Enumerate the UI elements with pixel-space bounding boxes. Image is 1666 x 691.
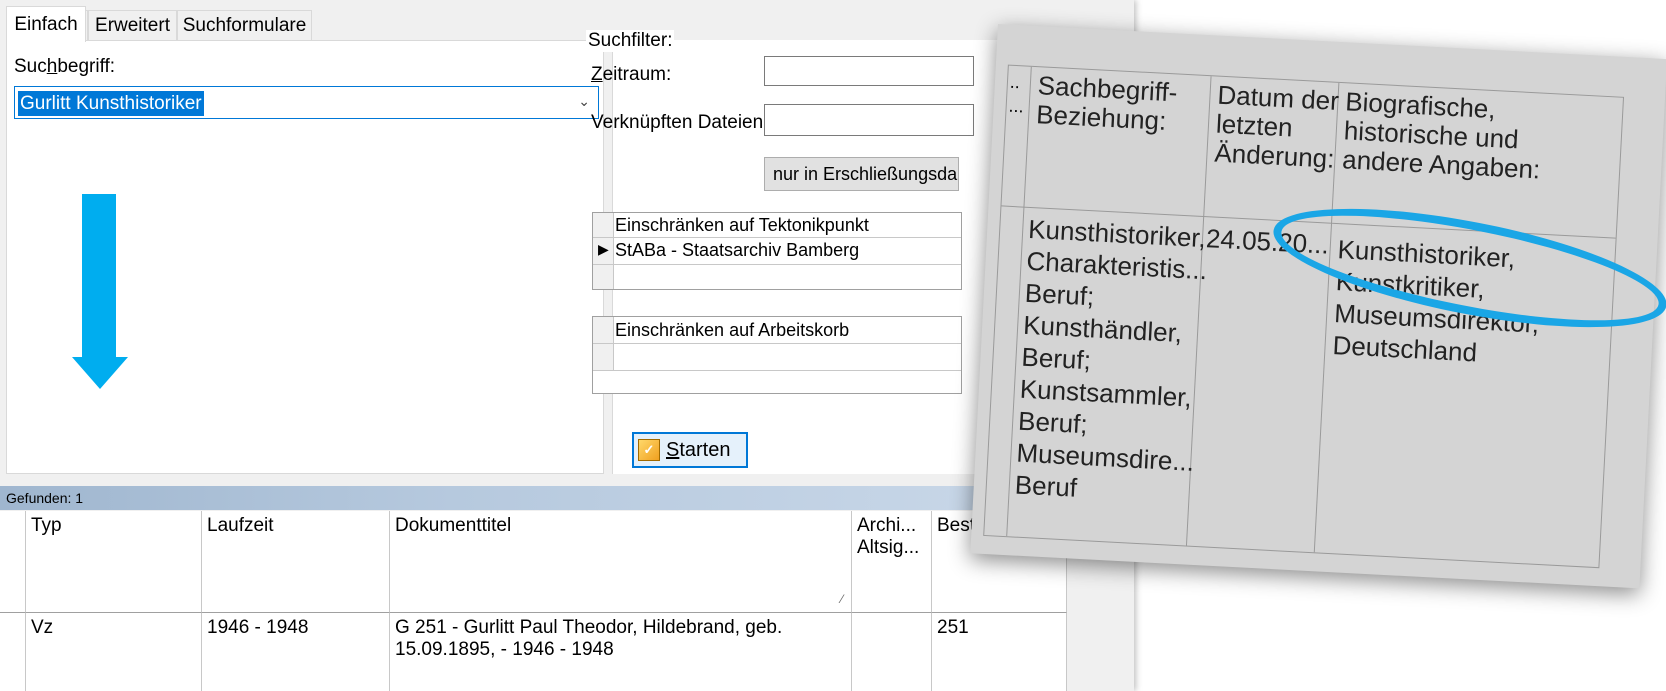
tektonik-header: Einschränken auf Tektonikpunkt xyxy=(615,215,869,235)
zoom-header-sachbegriff: Sachbegriff- Beziehung: xyxy=(1035,70,1179,136)
zeitraum-label: Zeitraum: xyxy=(591,64,672,85)
column-header-archiv[interactable]: Archi... Altsig... xyxy=(852,511,932,613)
tektonik-grid[interactable]: Einschränken auf Tektonikpunkt ▶ StABa -… xyxy=(592,212,962,290)
row-indicator xyxy=(593,344,614,370)
tektonik-value: StABa - Staatsarchiv Bamberg xyxy=(615,240,860,260)
tab-suchformulare[interactable]: Suchformulare xyxy=(177,10,312,40)
grid-header-row: Einschränken auf Tektonikpunkt xyxy=(593,213,961,238)
search-term-value: Gurlitt Kunsthistoriker xyxy=(18,91,204,116)
linked-files-input[interactable] xyxy=(764,104,974,136)
zoom-cell-sachbegriff: Kunsthistoriker, Charakteristis... Beruf… xyxy=(1014,213,1208,503)
column-header-dokumenttitel[interactable]: Dokumenttitel ⁄ xyxy=(390,511,852,613)
main-window: Einfach Einfach Erweitert Suchformulare … xyxy=(0,0,1134,691)
down-arrow-icon xyxy=(82,194,116,362)
filter-group-title: Suchfilter: xyxy=(586,30,675,52)
current-row-icon: ▶ xyxy=(598,241,609,257)
results-count-bar: Gefunden: 1 xyxy=(0,486,1134,510)
zoom-header-bio: Biografische, historische und andere Ang… xyxy=(1341,86,1541,185)
tab-erweitert[interactable]: Erweitert xyxy=(88,10,177,40)
tab-einfach-active[interactable]: Einfach xyxy=(6,6,86,42)
row-indicator xyxy=(593,317,614,343)
row-indicator xyxy=(593,265,614,289)
cell-bestellnr[interactable]: 251 xyxy=(932,613,1067,691)
zoom-header-datum: Datum der letzten Änderung: xyxy=(1213,79,1340,174)
grid-row-empty[interactable] xyxy=(593,344,961,371)
row-indicator xyxy=(593,213,614,237)
search-term-label: Suchbegriff: xyxy=(14,56,116,77)
linked-files-label: Verknüpften Dateien xyxy=(591,112,764,133)
arbeitskorb-grid[interactable]: Einschränken auf Arbeitskorb xyxy=(592,316,962,394)
zeitraum-input[interactable] xyxy=(764,56,974,86)
row-indicator-header xyxy=(0,511,26,613)
tab-label: Erweitert xyxy=(95,14,170,36)
search-term-combobox[interactable]: Gurlitt Kunsthistoriker ⌄ xyxy=(14,86,599,119)
cell-dokumenttitel[interactable]: G 251 - Gurlitt Paul Theodor, Hildebrand… xyxy=(390,613,852,691)
column-header-typ[interactable]: Typ xyxy=(26,511,202,613)
grid-header-row: Einschränken auf Arbeitskorb xyxy=(593,317,961,344)
chevron-down-icon[interactable]: ⌄ xyxy=(578,93,590,110)
column-header-label: Dokumenttitel xyxy=(395,515,512,536)
start-button[interactable]: ✓ Starten xyxy=(632,432,748,468)
column-header-laufzeit[interactable]: Laufzeit xyxy=(202,511,390,613)
tab-label: Suchformulare xyxy=(182,14,307,36)
erschliessung-button[interactable]: nur in Erschließungsda xyxy=(764,157,959,191)
tab-label: Einfach xyxy=(14,13,78,35)
row-indicator[interactable] xyxy=(0,613,26,691)
resize-grip-icon[interactable]: ⁄ xyxy=(841,592,843,606)
grid-row[interactable]: ▶ StABa - Staatsarchiv Bamberg xyxy=(593,238,961,265)
down-arrow-head xyxy=(72,357,128,389)
cell-laufzeit[interactable]: 1946 - 1948 xyxy=(202,613,390,691)
results-table[interactable]: Typ Laufzeit Dokumenttitel ⁄ Archi... Al… xyxy=(0,511,1134,691)
start-search-icon: ✓ xyxy=(638,439,660,461)
cell-archiv[interactable] xyxy=(852,613,932,691)
arbeitskorb-header: Einschränken auf Arbeitskorb xyxy=(615,320,850,340)
cell-typ[interactable]: Vz xyxy=(26,613,202,691)
grid-row-empty[interactable] xyxy=(593,265,961,289)
row-indicator: ▶ xyxy=(593,238,614,264)
start-button-label: Starten xyxy=(666,438,731,461)
